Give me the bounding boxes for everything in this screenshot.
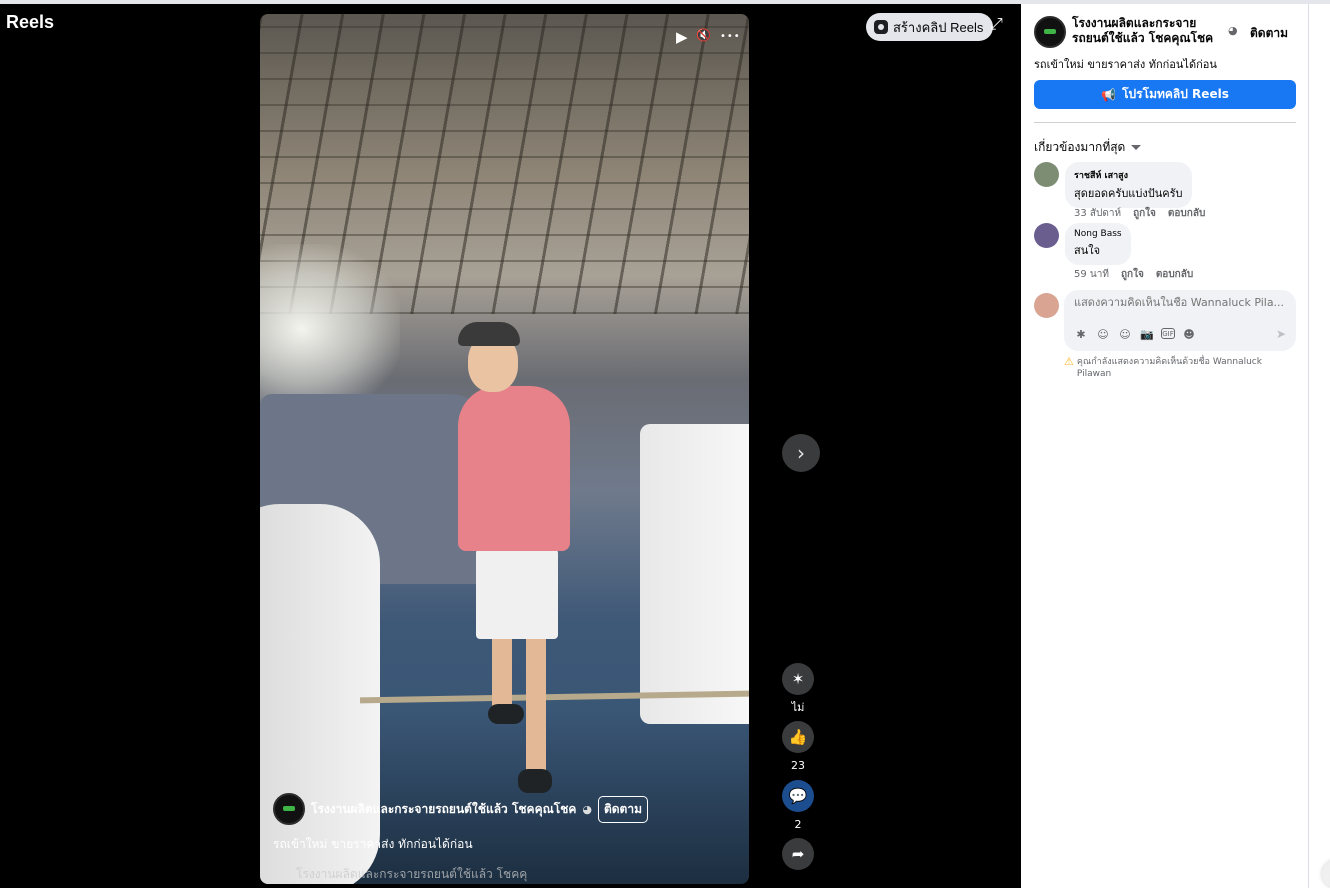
like-icon: 👍 — [782, 721, 814, 753]
comment-time[interactable]: 33 สัปดาห์ — [1074, 206, 1121, 221]
comment-sort-dropdown[interactable]: เกี่ยวข้องมากที่สุด — [1034, 138, 1142, 157]
panel-owner-name[interactable]: โรงงานผลิตและกระจาย รถยนต์ใช้แล้ว โชคคุณ… — [1072, 16, 1224, 46]
play-icon[interactable]: ▶ — [676, 28, 688, 46]
remix-icon: ✶ — [782, 663, 814, 695]
page-title: Reels — [6, 12, 55, 32]
comment-item: Nong Bass สนใจ — [1034, 223, 1131, 265]
commenter-avatar[interactable] — [1034, 223, 1059, 248]
follow-button[interactable]: ติดตาม — [597, 795, 648, 823]
remix-count: ไม่ — [791, 701, 805, 714]
comments-panel: โรงงานผลิตและกระจาย รถยนต์ใช้แล้ว โชคคุณ… — [1021, 4, 1309, 888]
like-button[interactable]: 👍 23 — [782, 721, 814, 772]
caret-down-icon — [1131, 145, 1142, 150]
comment-like-link[interactable]: ถูกใจ — [1121, 267, 1144, 282]
comment-reply-link[interactable]: ตอบกลับ — [1168, 206, 1205, 221]
chevron-right-icon: › — [797, 441, 805, 465]
avatar-sticker-icon[interactable]: ✱ — [1073, 326, 1089, 342]
warning-icon: ⚠ — [1064, 355, 1074, 368]
create-reels-button[interactable]: สร้างคลิป Reels — [866, 13, 994, 41]
comment-bubble: ราชสีห์ เสาสูง สุดยอดครับแบ่งปันครับ — [1065, 162, 1192, 208]
owner-name[interactable]: โรงงานผลิตและกระจายรถยนต์ใช้แล้ว โชคคุณโ… — [311, 800, 576, 819]
panel-caption: รถเข้าใหม่ ขายราคาส่ง ทักก่อนได้ก่อน — [1034, 58, 1217, 71]
comment-reply-link[interactable]: ตอบกลับ — [1156, 267, 1193, 282]
reels-icon — [874, 20, 888, 34]
panel-owner: โรงงานผลิตและกระจาย รถยนต์ใช้แล้ว โชคคุณ… — [1034, 16, 1224, 48]
comment-author[interactable]: Nong Bass — [1074, 229, 1122, 239]
sticker-icon[interactable]: ☻ — [1181, 326, 1197, 342]
video-car-left — [260, 504, 380, 884]
comment-time[interactable]: 59 นาที — [1074, 267, 1109, 282]
current-user-avatar[interactable] — [1034, 293, 1059, 318]
comment-like-link[interactable]: ถูกใจ — [1133, 206, 1156, 221]
video-player[interactable] — [260, 14, 749, 884]
gif-icon[interactable]: GIF — [1161, 328, 1175, 339]
mute-icon[interactable]: 🔇 — [696, 28, 711, 42]
video-truck-right — [640, 424, 749, 724]
comment-text: สุดยอดครับแบ่งปันครับ — [1074, 187, 1183, 200]
video-person-leg — [526, 634, 546, 774]
more-icon[interactable]: ••• — [720, 31, 741, 42]
next-reel-button[interactable]: › — [782, 434, 820, 472]
comment-composer: ✱ ☺ ☺ 📷 GIF ☻ ➤ — [1064, 290, 1296, 351]
divider — [1034, 122, 1296, 123]
comment-item: ราชสีห์ เสาสูง สุดยอดครับแบ่งปันครับ — [1034, 162, 1192, 208]
like-count: 23 — [791, 759, 805, 772]
create-reels-label: สร้างคลิป Reels — [893, 19, 984, 35]
remix-button[interactable]: ✶ ไม่ — [782, 663, 814, 716]
smiley-icon[interactable]: ☺ — [1117, 326, 1133, 342]
globe-icon: ◕ — [1228, 24, 1238, 37]
comment-count: 2 — [794, 818, 802, 831]
composer-toolbar: ✱ ☺ ☺ 📷 GIF ☻ — [1073, 326, 1197, 342]
video-owner-row: โรงงานผลิตและกระจายรถยนต์ใช้แล้ว โชคคุณโ… — [273, 793, 648, 825]
video-person-cap — [458, 322, 520, 346]
comment-author[interactable]: ราชสีห์ เสาสูง — [1074, 168, 1183, 182]
expand-icon[interactable]: ⤢ — [990, 14, 1003, 34]
emoji-icon[interactable]: ☺ — [1095, 326, 1111, 342]
owner-avatar[interactable] — [273, 793, 305, 825]
comment-bubble: Nong Bass สนใจ — [1065, 223, 1131, 265]
video-caption: รถเข้าใหม่ ขายราคาส่ง ทักก่อนได้ก่อน — [273, 837, 473, 851]
notice-text: คุณกำลังแสดงความคิดเห็นด้วยชื่อ Wannaluc… — [1076, 357, 1262, 379]
video-person-leg — [492, 634, 512, 714]
share-button[interactable]: ➦ — [782, 838, 814, 870]
globe-icon: ◕ — [582, 802, 592, 816]
video-person-shoe — [518, 769, 552, 793]
share-icon: ➦ — [782, 838, 814, 870]
comment-meta: 59 นาที ถูกใจ ตอบกลับ — [1074, 267, 1193, 282]
comment-input[interactable] — [1074, 296, 1286, 309]
commenting-as-notice: ⚠ คุณกำลังแสดงความคิดเห็นด้วยชื่อ Wannal… — [1064, 356, 1296, 380]
comment-meta: 33 สัปดาห์ ถูกใจ ตอบกลับ — [1074, 206, 1205, 221]
audio-track[interactable]: โรงงานผลิตและกระจายรถยนต์ใช้แล้ว โชคคุ — [296, 865, 527, 884]
video-person-shoe — [488, 704, 524, 724]
promote-label: โปรโมทคลิป Reels — [1122, 87, 1229, 101]
comment-icon: 💬 — [782, 780, 814, 812]
camera-icon[interactable]: 📷 — [1139, 326, 1155, 342]
promote-reels-button[interactable]: 📢 โปรโมทคลิป Reels — [1034, 80, 1296, 109]
panel-owner-avatar[interactable] — [1034, 16, 1066, 48]
megaphone-icon: 📢 — [1101, 87, 1117, 102]
send-icon[interactable]: ➤ — [1276, 327, 1286, 341]
panel-scrollbar-track[interactable] — [1308, 4, 1309, 888]
comment-button[interactable]: 💬 2 — [782, 780, 814, 831]
video-person-shorts — [476, 549, 558, 639]
video-person-sweater — [458, 386, 570, 551]
panel-follow-button[interactable]: ติดตาม — [1250, 24, 1288, 43]
scroll-handle[interactable] — [1322, 860, 1330, 888]
sort-label: เกี่ยวข้องมากที่สุด — [1034, 140, 1126, 154]
commenter-avatar[interactable] — [1034, 162, 1059, 187]
video-daylight — [260, 244, 400, 414]
comment-text: สนใจ — [1074, 244, 1101, 257]
